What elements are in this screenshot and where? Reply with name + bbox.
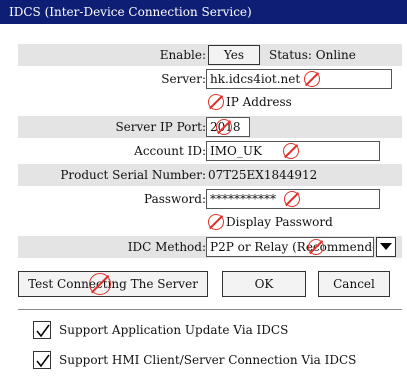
- annotation-prohibited-icon: [308, 239, 324, 255]
- server-ip-port-label: Server IP Port:: [115, 120, 206, 134]
- annotation-prohibited-icon: [89, 273, 111, 295]
- password-label: Password:: [144, 192, 206, 206]
- product-serial-row: Product Serial Number: 07T25EX1844912: [18, 164, 402, 186]
- display-password-label: Display Password: [226, 215, 333, 229]
- chevron-down-icon: [380, 243, 392, 250]
- server-ip-port-row: Server IP Port: 2018: [18, 116, 402, 138]
- ip-address-label: IP Address: [226, 95, 292, 109]
- checkmark-icon: [36, 354, 50, 368]
- ip-address-checkbox-icon[interactable]: [208, 94, 224, 110]
- idc-method-select[interactable]: P2P or Relay (Recommended): [206, 237, 374, 257]
- server-row: Server: hk.idcs4iot.net: [18, 68, 402, 90]
- account-id-label: Account ID:: [134, 144, 206, 158]
- divider: [18, 309, 402, 310]
- server-label: Server:: [161, 72, 206, 86]
- annotation-prohibited-icon: [304, 71, 320, 87]
- enable-row: Enable: Yes Status: Online: [18, 44, 402, 66]
- connection-status: Status: Online: [269, 48, 356, 62]
- product-serial-value: 07T25EX1844912: [208, 168, 318, 182]
- window-title: IDCS (Inter-Device Connection Service): [0, 0, 407, 24]
- app-update-checkbox[interactable]: [33, 321, 51, 339]
- display-password-checkbox-icon[interactable]: [208, 214, 224, 230]
- enable-toggle-button[interactable]: Yes: [208, 45, 260, 65]
- idcs-dialog: Enable: Yes Status: Online Server: hk.id…: [8, 24, 402, 378]
- annotation-prohibited-icon: [284, 191, 300, 207]
- test-connection-button[interactable]: Test Connecting The Server: [18, 271, 208, 297]
- hmi-client-checkbox[interactable]: [33, 351, 51, 369]
- ok-button[interactable]: OK: [222, 271, 306, 297]
- hmi-client-label: Support HMI Client/Server Connection Via…: [59, 353, 357, 367]
- dropdown-button[interactable]: [376, 237, 396, 257]
- idc-method-row: IDC Method: P2P or Relay (Recommended): [18, 236, 402, 258]
- server-input[interactable]: hk.idcs4iot.net: [206, 69, 392, 89]
- checkmark-icon: [36, 324, 50, 338]
- cancel-button[interactable]: Cancel: [318, 271, 390, 297]
- password-row: Password: ***********: [18, 188, 402, 210]
- annotation-prohibited-icon: [216, 119, 232, 135]
- account-id-row: Account ID: IMO_UK: [18, 140, 402, 162]
- display-password-row: Display Password: [18, 212, 402, 234]
- idc-method-label: IDC Method:: [127, 240, 206, 254]
- app-update-label: Support Application Update Via IDCS: [59, 323, 289, 337]
- annotation-prohibited-icon: [283, 143, 299, 159]
- enable-label: Enable:: [159, 48, 206, 62]
- product-serial-label: Product Serial Number:: [60, 168, 206, 182]
- ip-address-row: IP Address: [18, 92, 402, 114]
